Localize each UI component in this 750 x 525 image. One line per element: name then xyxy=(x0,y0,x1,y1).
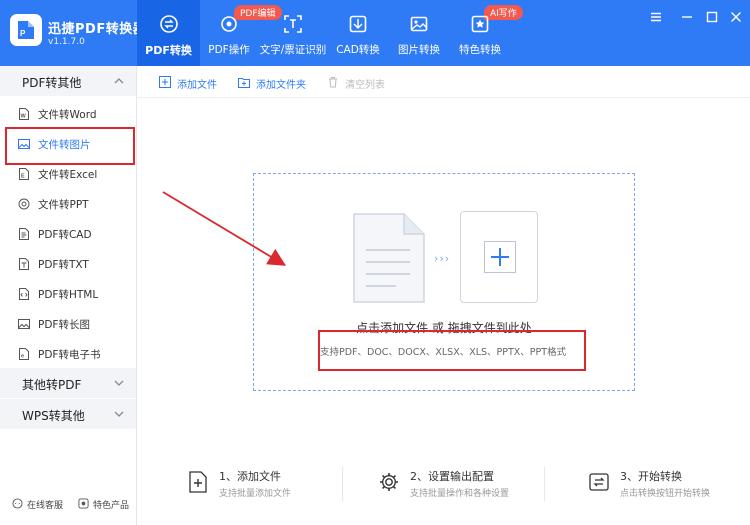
tab-label: PDF转换 xyxy=(145,44,192,57)
sidebar-item-label: 文件转Excel xyxy=(38,169,98,181)
add-file-label: 添加文件 xyxy=(177,80,217,91)
trash-icon xyxy=(329,77,337,88)
convert-icon xyxy=(159,15,178,33)
html-icon xyxy=(19,288,29,300)
tab-cad[interactable]: CAD转换 xyxy=(330,0,386,66)
sidebar-item-label: 文件转PPT xyxy=(38,199,89,211)
convert-start-icon xyxy=(589,473,609,491)
section-label: 其他转PDF xyxy=(22,378,82,392)
steps-bar: 1、添加文件 支持批量添加文件 2、设置输出配置 支持批量操作和各种设置 3、开… xyxy=(138,455,750,510)
sidebar-section-pdf-to-other[interactable]: PDF转其他 xyxy=(0,66,136,96)
add-file-tile[interactable] xyxy=(460,211,538,303)
ebook-icon: e xyxy=(19,348,29,360)
special-icon xyxy=(471,15,489,33)
step-title: 3、开始转换 xyxy=(620,470,682,483)
maximize-button[interactable] xyxy=(705,10,719,24)
maximize-icon xyxy=(706,11,718,23)
tab-label: PDF操作 xyxy=(208,44,250,56)
step-desc: 支持批量添加文件 xyxy=(219,489,292,499)
sidebar-item-pdf-to-cad[interactable]: PDF转CAD xyxy=(0,219,136,249)
pdf-ops-icon xyxy=(221,16,237,32)
add-document-icon xyxy=(189,471,207,493)
tab-label: 特色转换 xyxy=(459,44,501,56)
add-folder-icon xyxy=(238,78,250,88)
tab-label: CAD转换 xyxy=(336,44,380,56)
divider xyxy=(544,467,545,501)
add-folder-label: 添加文件夹 xyxy=(256,80,306,91)
sidebar-item-label: PDF转TXT xyxy=(38,259,89,271)
sidebar-item-label: PDF转长图 xyxy=(38,319,90,331)
tab-pdf-convert[interactable]: PDF转换 xyxy=(137,0,200,66)
tab-label: 文字/票证识别 xyxy=(259,44,327,56)
sidebar-item-pdf-to-html[interactable]: PDF转HTML xyxy=(0,279,136,309)
tab-label: 图片转换 xyxy=(398,44,440,56)
txt-icon xyxy=(19,258,29,270)
arrow-indicator: ››› xyxy=(434,252,451,265)
sidebar-item-label: PDF转HTML xyxy=(38,289,99,301)
image-icon xyxy=(410,16,428,32)
ocr-icon xyxy=(284,15,302,33)
ppt-icon xyxy=(18,198,30,210)
highlight-box-sidebar xyxy=(5,127,135,165)
excel-icon: E xyxy=(19,168,29,180)
online-service-label: 在线客服 xyxy=(27,501,64,511)
toolbar: 添加文件 添加文件夹 清空列表 xyxy=(138,66,750,98)
divider xyxy=(342,467,343,501)
section-label: WPS转其他 xyxy=(22,409,85,423)
sidebar-item-label: PDF转电子书 xyxy=(38,349,101,361)
gear-icon xyxy=(380,473,398,491)
sidebar-item-pdf-to-txt[interactable]: PDF转TXT xyxy=(0,249,136,279)
section-label: PDF转其他 xyxy=(22,76,82,90)
sidebar-item-pdf-to-ebook[interactable]: e PDF转电子书 xyxy=(0,339,136,369)
highlight-box-formats xyxy=(318,330,586,371)
products-icon xyxy=(78,498,89,509)
sidebar-item-pdf-to-long-image[interactable]: PDF转长图 xyxy=(0,309,136,339)
long-image-icon xyxy=(18,319,30,329)
chevron-up-icon xyxy=(114,78,124,84)
plus-icon xyxy=(491,248,509,266)
sidebar-section-other-to-pdf[interactable]: 其他转PDF xyxy=(0,368,136,398)
clear-list-label: 清空列表 xyxy=(345,80,385,91)
document-illustration xyxy=(353,213,425,303)
chevron-down-icon xyxy=(114,380,124,386)
minimize-icon xyxy=(682,16,692,18)
step-title: 1、添加文件 xyxy=(219,470,281,483)
chevron-down-icon xyxy=(114,411,124,417)
svg-text:E: E xyxy=(21,174,25,180)
minimize-button[interactable] xyxy=(680,10,694,24)
sidebar-item-label: 文件转Word xyxy=(38,109,97,121)
cad-icon xyxy=(349,15,367,33)
tab-pdf-ops[interactable]: PDF编辑 PDF操作 xyxy=(200,0,282,66)
menu-icon xyxy=(651,12,661,22)
step-desc: 点击转换按钮开始转换 xyxy=(620,489,711,499)
app-version: v1.1.7.0 xyxy=(48,37,85,47)
svg-text:P: P xyxy=(20,29,26,38)
plus-frame xyxy=(484,241,516,273)
cad-file-icon xyxy=(19,228,29,240)
app-name: 迅捷PDF转换器 xyxy=(48,22,147,37)
menu-button[interactable] xyxy=(649,10,663,24)
sidebar-section-wps-to-other[interactable]: WPS转其他 xyxy=(0,399,136,429)
featured-products-label: 特色产品 xyxy=(93,501,130,511)
svg-text:W: W xyxy=(21,114,27,120)
svg-text:e: e xyxy=(21,354,24,360)
word-icon: W xyxy=(19,108,29,120)
step-title: 2、设置输出配置 xyxy=(410,470,494,483)
tab-ocr[interactable]: 文字/票证识别 xyxy=(258,0,328,66)
sidebar-item-file-to-word[interactable]: W 文件转Word xyxy=(0,99,136,129)
step-desc: 支持批量操作和各种设置 xyxy=(410,489,510,499)
sidebar-item-file-to-ppt[interactable]: 文件转PPT xyxy=(0,189,136,219)
tab-image[interactable]: 图片转换 xyxy=(390,0,448,66)
add-file-icon xyxy=(159,76,171,88)
close-button[interactable] xyxy=(729,10,743,24)
app-logo: P xyxy=(10,14,42,46)
tab-special[interactable]: AI写作 特色转换 xyxy=(450,0,523,66)
headset-icon xyxy=(12,498,23,509)
sidebar-item-label: PDF转CAD xyxy=(38,229,92,241)
close-icon xyxy=(731,12,741,22)
title-bar: P 迅捷PDF转换器 v1.1.7.0 PDF转换 PDF编辑 PDF操作 文字… xyxy=(0,0,750,66)
